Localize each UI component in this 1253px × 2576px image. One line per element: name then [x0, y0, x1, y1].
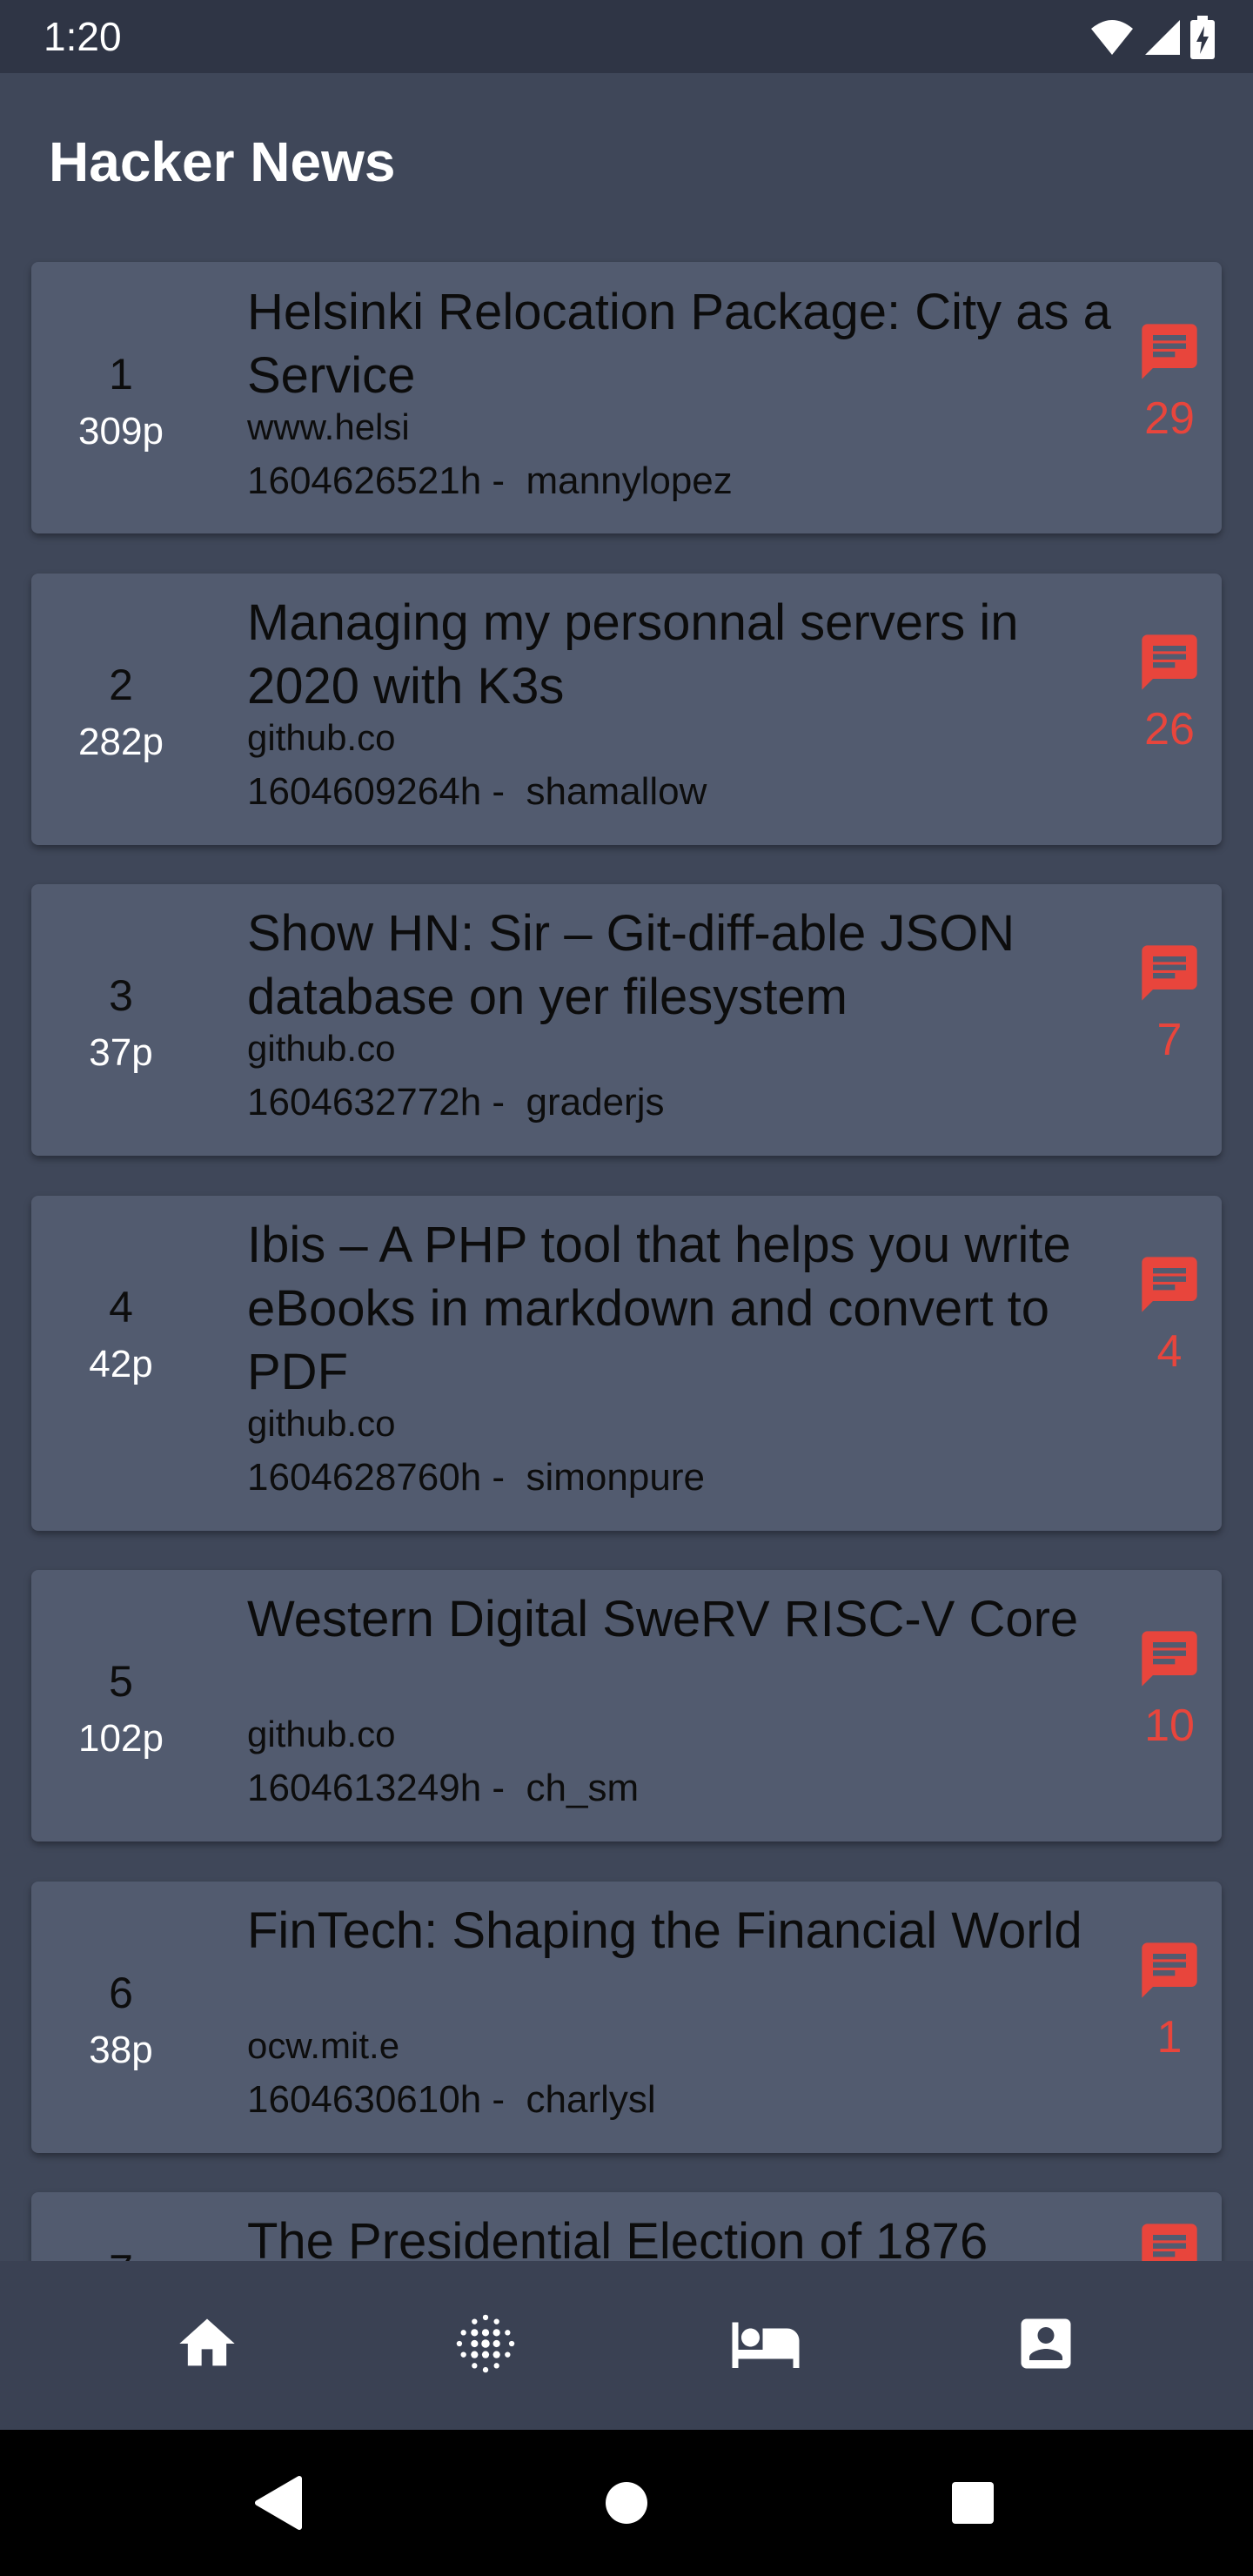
story-meta: 1604626521h - mannylopez [247, 460, 733, 502]
story-domain: github.co [247, 1714, 396, 1754]
comment-count: 4 [1156, 1326, 1183, 1377]
system-back-button[interactable] [244, 2468, 313, 2538]
story-rank: 4 [109, 1283, 133, 1332]
story-points: 42p [89, 1343, 153, 1385]
nav-grid[interactable] [442, 2300, 529, 2387]
story-rank: 5 [109, 1657, 133, 1706]
story-domain: ocw.mit.e [247, 2025, 400, 2066]
story-domain: github.co [247, 1028, 396, 1069]
bottom-navigation [0, 2261, 1253, 2430]
comment-icon[interactable] [1136, 1251, 1203, 1318]
story-meta: 1604609264h - shamallow [247, 770, 707, 813]
comment-icon[interactable] [1136, 629, 1203, 695]
comment-count: 7 [1156, 1015, 1183, 1065]
story-title[interactable]: Helsinki Relocation Package: City as a S… [247, 280, 1126, 407]
story-card[interactable]: 1 309p Helsinki Relocation Package: City… [31, 262, 1222, 533]
story-title[interactable]: Managing my personnal servers in 2020 wi… [247, 591, 1126, 718]
story-points: 102p [78, 1717, 164, 1760]
story-domain: github.co [247, 1403, 396, 1444]
story-points: 38p [89, 2029, 153, 2071]
story-domain: github.co [247, 717, 396, 758]
comment-icon[interactable] [1136, 1937, 1203, 2003]
bed-icon [732, 2322, 800, 2368]
nav-account[interactable] [1002, 2300, 1089, 2387]
battery-charging-icon [1190, 16, 1215, 59]
story-points: 282p [78, 721, 164, 763]
comment-count: 29 [1144, 393, 1195, 444]
story-rank: 2 [109, 661, 133, 709]
status-icons [1089, 16, 1215, 59]
story-card[interactable]: 4 42p Ibis – A PHP tool that helps you w… [31, 1196, 1222, 1531]
home-circle-icon [606, 2482, 647, 2524]
system-recents-button[interactable] [938, 2468, 1008, 2538]
story-card[interactable]: 2 282p Managing my personnal servers in … [31, 574, 1222, 845]
story-rank: 3 [109, 971, 133, 1020]
story-meta: 1604630610h - charlysl [247, 2078, 656, 2121]
comment-count: 26 [1144, 704, 1195, 755]
story-list[interactable]: 1 309p Helsinki Relocation Package: City… [0, 247, 1253, 2261]
recents-square-icon [952, 2482, 994, 2524]
comment-icon[interactable] [1136, 2218, 1203, 2261]
app-bar: Hacker News [0, 73, 1253, 247]
home-icon [179, 2318, 235, 2366]
story-rank: 1 [109, 350, 133, 399]
comment-icon[interactable] [1136, 940, 1203, 1006]
story-title[interactable]: Western Digital SweRV RISC-V Core [247, 1587, 1126, 1651]
story-card[interactable]: 6 38p FinTech: Shaping the Financial Wor… [31, 1882, 1222, 2153]
nav-home[interactable] [164, 2300, 251, 2387]
dots-grid-icon [456, 2314, 515, 2373]
story-domain: www.helsi [247, 406, 410, 447]
story-points: 37p [89, 1031, 153, 1074]
system-navigation-bar [0, 2430, 1253, 2576]
story-points: 309p [78, 410, 164, 453]
story-card[interactable]: 3 37p Show HN: Sir – Git-diff-able JSON … [31, 884, 1222, 1156]
back-triangle-icon [255, 2476, 302, 2530]
wifi-icon [1091, 20, 1133, 55]
story-card[interactable]: 5 102p Western Digital SweRV RISC-V Core… [31, 1570, 1222, 1841]
story-title[interactable]: Show HN: Sir – Git-diff-able JSON databa… [247, 902, 1126, 1029]
story-rank: 6 [109, 1969, 133, 2017]
story-title[interactable]: Ibis – A PHP tool that helps you write e… [247, 1213, 1126, 1404]
comment-icon[interactable] [1136, 1626, 1203, 1692]
status-bar: 1:20 [0, 0, 1253, 73]
comment-count: 1 [1156, 2012, 1183, 2063]
story-title[interactable]: The Presidential Election of 1876 [247, 2210, 1126, 2261]
comment-count: 10 [1144, 1701, 1195, 1751]
story-meta: 1604613249h - ch_sm [247, 1767, 640, 1809]
system-home-button[interactable] [592, 2468, 661, 2538]
story-title[interactable]: FinTech: Shaping the Financial World [247, 1899, 1126, 1962]
story-rank: 7 [31, 2244, 211, 2261]
comment-icon[interactable] [1136, 319, 1203, 385]
app-title: Hacker News [49, 131, 396, 193]
cellular-signal-icon [1145, 20, 1180, 55]
nav-bed[interactable] [722, 2300, 809, 2387]
story-meta: 1604628760h - simonpure [247, 1456, 705, 1499]
contact-card-icon [1021, 2318, 1071, 2369]
story-meta: 1604632772h - graderjs [247, 1081, 665, 1124]
story-card[interactable]: 7 The Presidential Election of 1876 [31, 2192, 1222, 2261]
status-time: 1:20 [44, 14, 122, 59]
